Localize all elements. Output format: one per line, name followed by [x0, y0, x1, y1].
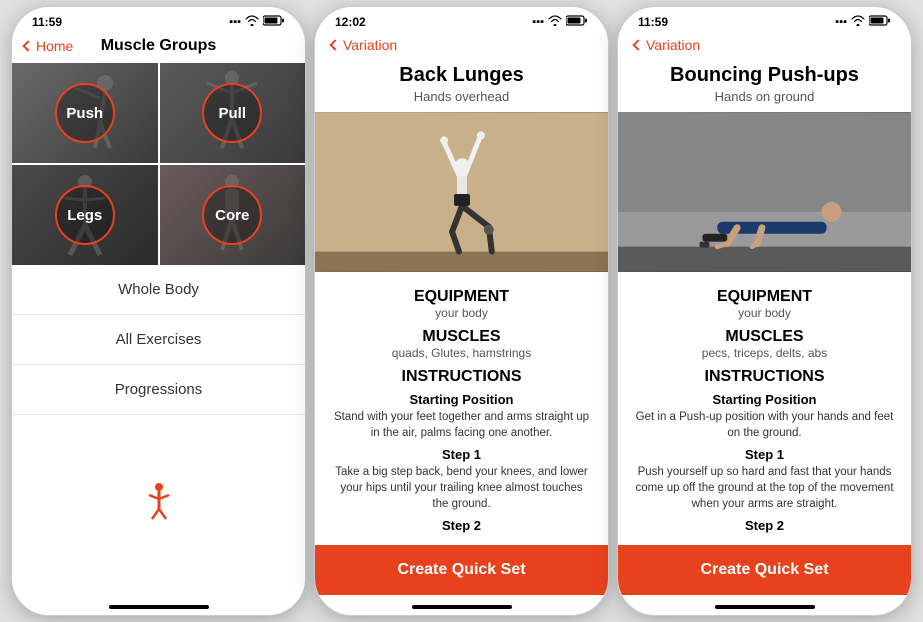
signal-icon-2: ▪▪▪: [532, 16, 544, 28]
exercise-subtitle-3: Hands on ground: [634, 89, 895, 104]
step-2-title-2: Step 2: [331, 518, 592, 533]
step-0-text-2: Stand with your feet together and arms s…: [331, 409, 592, 441]
exercise-header-3: Bouncing Push-ups Hands on ground: [618, 59, 911, 112]
step-1-text-2: Take a big step back, bend your knees, a…: [331, 464, 592, 512]
lunges-illustration: [315, 112, 608, 272]
muscles-heading-3: MUSCLES: [634, 328, 895, 346]
app-icon-area: [12, 415, 305, 595]
exercise-nav-3: Variation: [618, 33, 911, 59]
equipment-value-3: your body: [634, 306, 895, 320]
muscle-group-grid: Push Pull: [12, 63, 305, 265]
home-bar-1: [109, 605, 209, 609]
wifi-icon-2: [548, 15, 562, 29]
exercise-header-2: Back Lunges Hands overhead: [315, 59, 608, 112]
exercise-image-2: [315, 112, 608, 272]
exercise-image-3: [618, 112, 911, 272]
equipment-value-2: your body: [331, 306, 592, 320]
home-indicator-3: [618, 595, 911, 615]
step-1-title-3: Step 1: [634, 447, 895, 462]
muscles-heading-2: MUSCLES: [331, 328, 592, 346]
wifi-icon-3: [851, 15, 865, 29]
menu-all-exercises[interactable]: All Exercises: [12, 315, 305, 365]
equipment-heading-3: EQUIPMENT: [634, 288, 895, 306]
step-0-title-3: Starting Position: [634, 392, 895, 407]
core-cell[interactable]: Core: [160, 165, 306, 265]
home-indicator-1: [12, 595, 305, 615]
back-button-1[interactable]: Home: [24, 38, 73, 54]
status-bar-3: 11:59 ▪▪▪: [618, 7, 911, 33]
instructions-heading-3: INSTRUCTIONS: [634, 368, 895, 386]
back-chevron-3: [632, 39, 643, 50]
exercise-title-3: Bouncing Push-ups: [634, 63, 895, 87]
menu-progressions[interactable]: Progressions: [12, 365, 305, 415]
muscles-value-3: pecs, triceps, delts, abs: [634, 346, 895, 360]
battery-icon-2: [566, 15, 588, 29]
core-label: Core: [202, 185, 262, 245]
time-3: 11:59: [638, 15, 668, 29]
cta-button-3[interactable]: Create Quick Set: [618, 545, 911, 595]
app-icon: [139, 481, 179, 529]
step-0-text-3: Get in a Push-up position with your hand…: [634, 409, 895, 441]
equipment-heading-2: EQUIPMENT: [331, 288, 592, 306]
status-bar-2: 12:02 ▪▪▪: [315, 7, 608, 33]
legs-cell[interactable]: Legs: [12, 165, 158, 265]
nav-bar-1: Home Muscle Groups: [12, 33, 305, 63]
status-icons-2: ▪▪▪: [532, 15, 588, 29]
phone2: 12:02 ▪▪▪: [314, 6, 609, 616]
home-bar-3: [715, 605, 815, 609]
app-logo-icon: [139, 481, 179, 521]
battery-icon-3: [869, 15, 891, 29]
phone3: 11:59 ▪▪▪: [617, 6, 912, 616]
nav-title-1: Muscle Groups: [101, 37, 217, 55]
step-0-title-2: Starting Position: [331, 392, 592, 407]
status-bar-1: 11:59 ▪▪▪: [12, 7, 305, 33]
back-button-3[interactable]: Variation: [634, 37, 700, 53]
phone1: 11:59 ▪▪▪: [11, 6, 306, 616]
exercise-nav-2: Variation: [315, 33, 608, 59]
phones-container: 11:59 ▪▪▪: [11, 6, 912, 616]
status-icons-1: ▪▪▪: [229, 15, 285, 29]
push-label: Push: [55, 83, 115, 143]
step-1-text-3: Push yourself up so hard and fast that y…: [634, 464, 895, 512]
muscles-value-2: quads, Glutes, hamstrings: [331, 346, 592, 360]
legs-label: Legs: [55, 185, 115, 245]
back-chevron-2: [329, 39, 340, 50]
pushup-illustration: [618, 112, 911, 272]
status-icons-3: ▪▪▪: [835, 15, 891, 29]
back-button-2[interactable]: Variation: [331, 37, 397, 53]
exercise-subtitle-2: Hands overhead: [331, 89, 592, 104]
push-cell[interactable]: Push: [12, 63, 158, 163]
menu-whole-body[interactable]: Whole Body: [12, 265, 305, 315]
wifi-icon: [245, 15, 259, 29]
home-indicator-2: [315, 595, 608, 615]
exercise-content-3[interactable]: EQUIPMENT your body MUSCLES pecs, tricep…: [618, 272, 911, 545]
exercise-content-2[interactable]: EQUIPMENT your body MUSCLES quads, Glute…: [315, 272, 608, 545]
step-2-title-3: Step 2: [634, 518, 895, 533]
menu-items: Whole Body All Exercises Progressions: [12, 265, 305, 415]
pull-label: Pull: [202, 83, 262, 143]
instructions-heading-2: INSTRUCTIONS: [331, 368, 592, 386]
signal-icon: ▪▪▪: [229, 16, 241, 28]
time-1: 11:59: [32, 15, 62, 29]
cta-button-2[interactable]: Create Quick Set: [315, 545, 608, 595]
battery-icon: [263, 15, 285, 29]
time-2: 12:02: [335, 15, 366, 29]
signal-icon-3: ▪▪▪: [835, 16, 847, 28]
step-1-title-2: Step 1: [331, 447, 592, 462]
back-chevron-1: [22, 40, 33, 51]
pull-cell[interactable]: Pull: [160, 63, 306, 163]
home-bar-2: [412, 605, 512, 609]
exercise-title-2: Back Lunges: [331, 63, 592, 87]
